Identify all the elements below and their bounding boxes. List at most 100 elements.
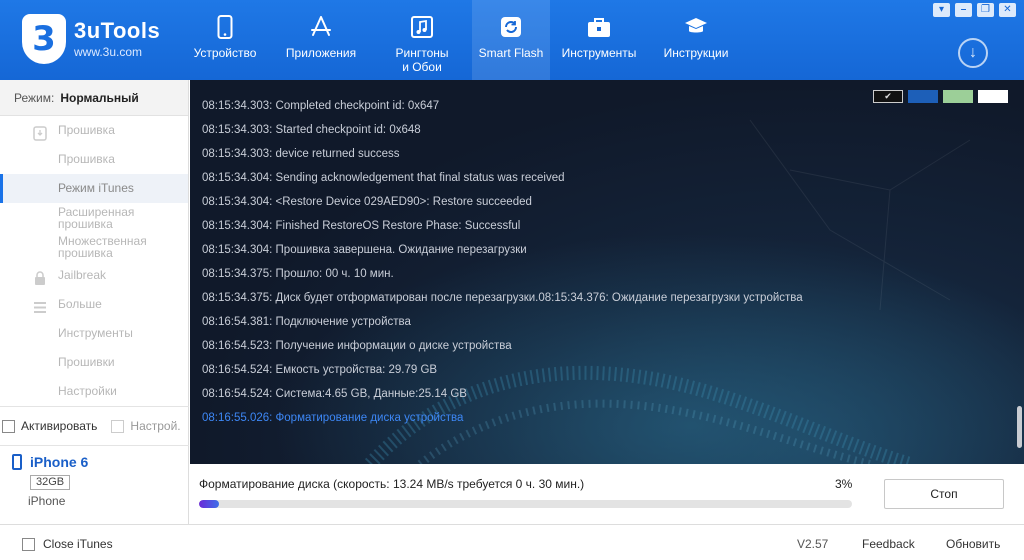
sidebar-item-settings[interactable]: Настройки (0, 377, 188, 406)
sidebar-item-label: Настройки (58, 384, 117, 398)
menu-icon (33, 297, 47, 313)
nav-tools[interactable]: Инструменты (550, 0, 648, 80)
stop-button[interactable]: Стоп (884, 479, 1004, 509)
sidebar-item-more[interactable]: Больше (0, 290, 188, 319)
nav-tools-label: Инструменты (561, 46, 637, 60)
nav-smart-flash[interactable]: Smart Flash (472, 0, 550, 80)
close-itunes-checkbox[interactable]: Close iTunes (22, 537, 113, 551)
sidebar-item-itunes-mode[interactable]: Режим iTunes (0, 174, 188, 203)
log-line: 08:15:34.303: device returned success (202, 148, 400, 160)
log-scrollbar[interactable] (1017, 406, 1022, 448)
mode-label: Режим: (14, 91, 55, 105)
sidebar-item-label: Прошивка (58, 152, 115, 166)
swatch-blue[interactable] (908, 90, 938, 103)
checkbox-box[interactable] (2, 419, 15, 433)
app-store-icon (308, 14, 334, 40)
nav-apps[interactable]: Приложения (270, 0, 372, 80)
mode-row: Режим: Нормальный (0, 80, 188, 116)
log-line: 08:15:34.304: Прошивка завершена. Ожидан… (202, 244, 527, 256)
sidebar-item-label: Прошивки (58, 355, 115, 369)
progress-fill (199, 500, 219, 508)
close-itunes-label: Close iTunes (43, 537, 113, 551)
progress-status: Форматирование диска (скорость: 13.24 MB… (199, 477, 585, 491)
download-icon[interactable]: ↓ (958, 38, 988, 68)
sidebar-item-label: Режим iTunes (58, 181, 134, 195)
app-logo: 3 (22, 14, 66, 64)
log-line: 08:16:54.523: Получение информации о дис… (202, 340, 512, 352)
version-label: V2.57 (797, 537, 829, 551)
restore-icon[interactable]: ❐ (977, 3, 994, 17)
footer: Close iTunes V2.57 Feedback Обновить (0, 524, 1024, 560)
swatch-green[interactable] (943, 90, 973, 103)
activate-checkbox[interactable]: Активировать (2, 419, 97, 433)
lock-icon (33, 268, 47, 285)
nav-device[interactable]: Устройство (180, 0, 270, 80)
nav-tutorials-label: Инструкции (663, 46, 729, 60)
device-info: iPhone 6 32GB iPhone (0, 446, 189, 524)
sidebar-checks: Активировать Настрой. (0, 406, 189, 446)
sidebar-item-firmwares[interactable]: Прошивки (0, 348, 188, 377)
music-icon (409, 14, 435, 40)
nav-smart-flash-label: Smart Flash (478, 46, 544, 60)
graduation-cap-icon (683, 14, 709, 40)
nav-tutorials[interactable]: Инструкции (648, 0, 744, 80)
sidebar-item-label: Прошивка (58, 123, 115, 137)
device-model: iPhone (28, 494, 66, 508)
update-link[interactable]: Обновить (946, 537, 1000, 551)
shirt-icon[interactable]: ▾ (933, 3, 950, 17)
nav-ringtones-line: Рингтоны и Обои (395, 46, 449, 74)
settings-label: Настрой. (130, 419, 181, 433)
sidebar-item-firmware[interactable]: Прошивка (0, 116, 188, 145)
minimize-icon[interactable]: – (955, 3, 972, 17)
settings-checkbox[interactable]: Настрой. (111, 419, 181, 433)
sidebar: Режим: Нормальный Прошивка Прошивка Режим… (0, 80, 189, 524)
sidebar-item-tools[interactable]: Инструменты (0, 319, 188, 348)
check-icon: ✔ (884, 91, 892, 101)
main-nav: Устройство Приложения Рингтоны и Обои Sma… (180, 0, 744, 80)
close-icon[interactable]: ✕ (999, 3, 1016, 17)
sidebar-item-label: Jailbreak (58, 268, 107, 282)
log-line-current: 08:16:55.026: Форматирование диска устро… (202, 412, 464, 424)
log-line: 08:16:54.381: Подключение устройства (202, 316, 411, 328)
device-name-text: iPhone 6 (30, 454, 89, 470)
window-controls: ▾ – ❐ ✕ (933, 3, 1016, 17)
sidebar-item-label: Расширенная прошивка (58, 205, 135, 231)
log-line: 08:15:34.304: Finished RestoreOS Restore… (202, 220, 521, 232)
mode-value: Нормальный (60, 91, 139, 105)
sidebar-item-advanced-flash[interactable]: Расширенная прошивка (0, 203, 188, 232)
sidebar-list: Прошивка Прошивка Режим iTunes Расширенн… (0, 116, 188, 406)
sidebar-item-multi-flash[interactable]: Множественная прошивка (0, 232, 188, 261)
brand-name: 3uTools (74, 18, 161, 43)
nav-ringtones[interactable]: Рингтоны и Обои (372, 0, 472, 80)
log-line: 08:15:34.304: <Restore Device 029AED90>:… (202, 196, 532, 208)
brand: 3uTools www.3u.com (74, 18, 160, 59)
device-name: iPhone 6 (12, 454, 189, 470)
phone-icon (12, 454, 22, 470)
feedback-link[interactable]: Feedback (862, 537, 915, 551)
phone-icon (212, 14, 238, 40)
log-line: 08:16:54.524: Система:4.65 GB, Данные:25… (202, 388, 467, 400)
log-line: 08:15:34.304: Sending acknowledgement th… (202, 172, 565, 184)
sidebar-item-jailbreak[interactable]: Jailbreak (0, 261, 188, 290)
app-header: 3 3uTools www.3u.com Устройство Приложен… (0, 0, 1024, 80)
log-line: 08:15:34.375: Прошло: 00 ч. 10 мин. (202, 268, 394, 280)
log-line: 08:15:34.303: Started checkpoint id: 0x6… (202, 124, 421, 136)
sidebar-item-flash[interactable]: Прошивка (0, 145, 188, 174)
swatch-black[interactable]: ✔ (873, 90, 903, 103)
color-swatches: ✔ (873, 90, 1008, 103)
log-line: 08:15:34.375: Диск будет отформатирован … (202, 292, 803, 304)
nav-apps-label: Приложения (285, 46, 357, 60)
checkbox-box[interactable] (111, 419, 125, 433)
swatch-white[interactable] (978, 90, 1008, 103)
log-lines: 08:15:34.303: Completed checkpoint id: 0… (202, 94, 803, 430)
checkbox-box[interactable] (22, 537, 35, 551)
progress-area: Форматирование диска (скорость: 13.24 MB… (190, 464, 1024, 524)
brand-url: www.3u.com (74, 45, 143, 59)
nav-device-label: Устройство (193, 46, 257, 60)
sidebar-item-label: Инструменты (58, 326, 133, 340)
log-panel: ✔ 08:15:34.303: Completed checkpoint id:… (190, 80, 1024, 464)
activate-label: Активировать (21, 419, 98, 433)
sidebar-item-label: Больше (58, 297, 102, 311)
sidebar-item-label: Множественная прошивка (58, 234, 147, 260)
refresh-icon (498, 14, 524, 40)
